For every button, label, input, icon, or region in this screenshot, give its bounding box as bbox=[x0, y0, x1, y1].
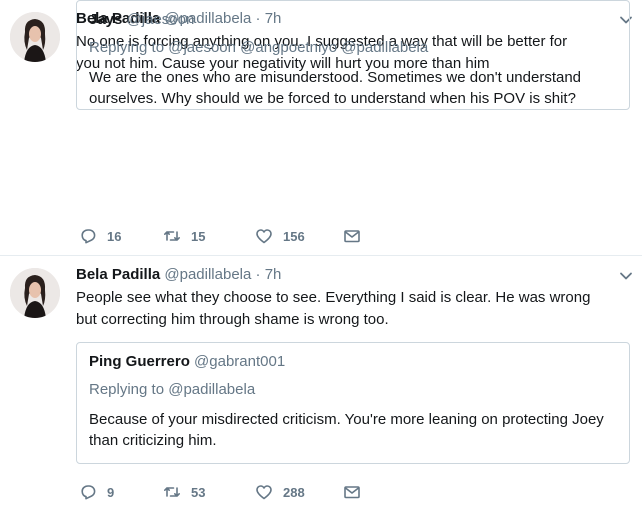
like-count: 156 bbox=[283, 228, 305, 244]
quoted-author-handle: @gabrant001 bbox=[194, 353, 286, 370]
author-handle[interactable]: @padillabela bbox=[164, 266, 251, 283]
author-name[interactable]: Bela Padilla bbox=[76, 266, 160, 283]
timestamp[interactable]: 7h bbox=[265, 266, 282, 283]
quoted-tweet-text: Because of your misdirected criticism. Y… bbox=[89, 409, 617, 451]
reply-icon bbox=[81, 485, 96, 500]
avatar-image bbox=[10, 12, 60, 62]
retweet-icon bbox=[164, 487, 180, 497]
reply-count: 9 bbox=[107, 484, 115, 500]
envelope-icon bbox=[344, 230, 360, 243]
retweet-count: 15 bbox=[191, 228, 206, 244]
quoted-text-line: We are the ones who are misunderstood. S… bbox=[89, 69, 582, 86]
like-count: 288 bbox=[283, 484, 305, 500]
heart-icon bbox=[256, 229, 272, 244]
avatar-image bbox=[10, 268, 60, 318]
retweet-icon bbox=[164, 231, 180, 241]
retweet-button[interactable]: 53 bbox=[163, 482, 205, 502]
quoted-tweet-text: We are the ones who are misunderstood. S… bbox=[89, 67, 617, 109]
tweet-text: People see what they choose to see. Ever… bbox=[76, 287, 612, 331]
envelope-icon bbox=[344, 486, 360, 499]
separator-dot: · bbox=[255, 266, 261, 283]
direct-message-button[interactable] bbox=[343, 226, 361, 246]
tweet[interactable]: Bela Padilla @padillabela · 7h People se… bbox=[0, 256, 642, 517]
quoted-text-line: Because of your misdirected criticism. Y… bbox=[89, 411, 604, 428]
retweet-count: 53 bbox=[191, 484, 206, 500]
like-button[interactable]: 156 bbox=[255, 226, 305, 246]
direct-message-button[interactable] bbox=[343, 482, 361, 502]
quoted-author-name: Ping Guerrero bbox=[89, 353, 190, 370]
chevron-down-icon[interactable] bbox=[618, 268, 634, 284]
quoted-text-line: than criticizing him. bbox=[89, 432, 217, 449]
reply-icon bbox=[81, 229, 96, 244]
avatar[interactable] bbox=[10, 268, 60, 318]
quoted-author-name: Jays bbox=[89, 11, 123, 28]
tweet-text-line: but correcting him through shame is wron… bbox=[76, 311, 389, 328]
reply-button[interactable]: 9 bbox=[79, 482, 114, 502]
replying-to: Replying to @jaesoon @angpoetniyo @padil… bbox=[89, 39, 429, 56]
quoted-tweet-header: Jays @jaesoon bbox=[89, 9, 617, 31]
reply-button[interactable]: 16 bbox=[79, 226, 121, 246]
quoted-author-handle: @jaesoon bbox=[126, 11, 195, 28]
replying-to: Replying to @padillabela bbox=[89, 381, 256, 398]
avatar[interactable] bbox=[10, 12, 60, 62]
tweet-text-line: People see what they choose to see. Ever… bbox=[76, 289, 591, 306]
reply-count: 16 bbox=[107, 228, 122, 244]
tweet[interactable]: Bela Padilla @padillabela · 7h No one is… bbox=[0, 0, 642, 256]
tweet-header: Bela Padilla @padillabela · 7h bbox=[76, 264, 632, 286]
heart-icon bbox=[256, 485, 272, 500]
quoted-tweet[interactable]: Jays @jaesoon Replying to @jaesoon @angp… bbox=[76, 0, 630, 110]
quoted-text-line: ourselves. Why should we be forced to un… bbox=[89, 90, 576, 107]
quoted-tweet-header: Ping Guerrero @gabrant001 bbox=[89, 351, 617, 373]
quoted-tweet[interactable]: Ping Guerrero @gabrant001 Replying to @p… bbox=[76, 342, 630, 464]
like-button[interactable]: 288 bbox=[255, 482, 305, 502]
retweet-button[interactable]: 15 bbox=[163, 226, 205, 246]
